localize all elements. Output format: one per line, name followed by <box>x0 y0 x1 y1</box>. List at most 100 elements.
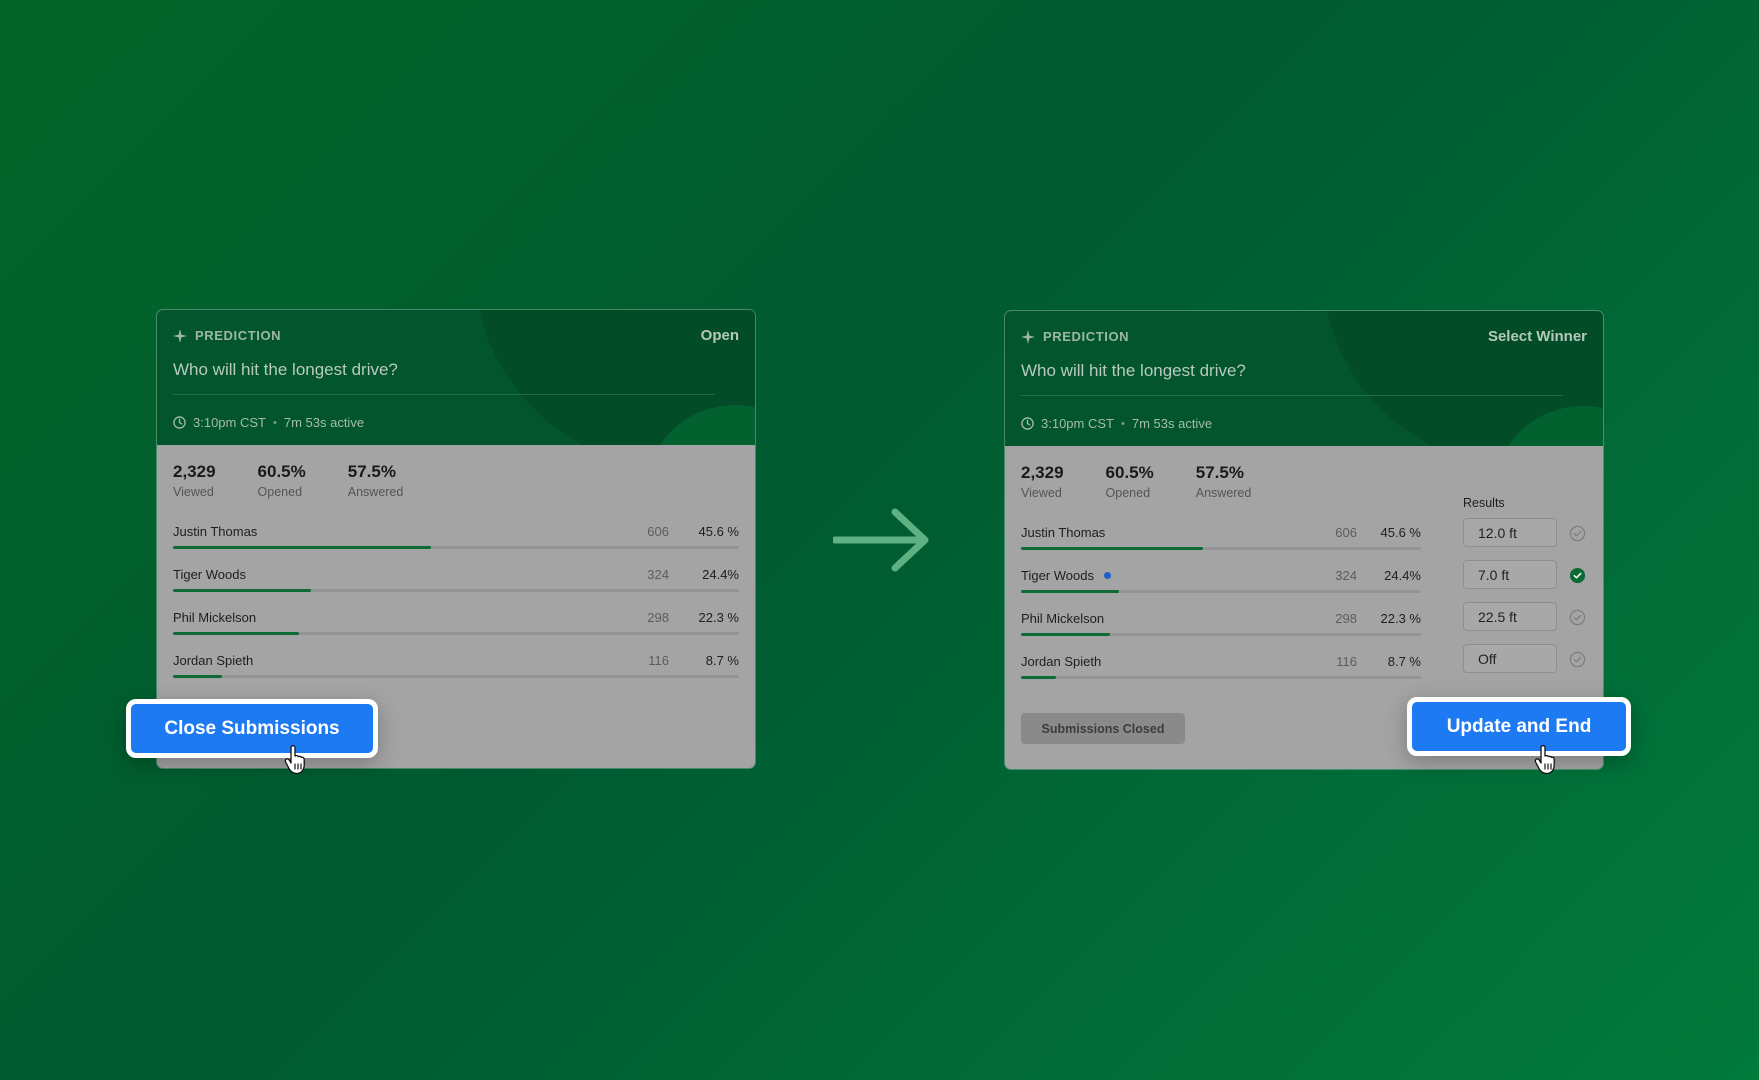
card-header: PREDICTION Select Winner Who will hit th… <box>1005 311 1603 446</box>
option-count: 116 <box>1336 654 1357 669</box>
active-duration: 7m 53s active <box>283 415 365 430</box>
option-count: 298 <box>647 610 669 625</box>
option-bar-fill <box>1021 590 1119 593</box>
stat-opened: 60.5% Opened <box>258 462 306 499</box>
stat-value: 60.5% <box>1105 463 1154 482</box>
option-count: 606 <box>647 524 669 539</box>
question-text: Who will hit the longest drive? <box>1021 361 1246 380</box>
stat-value: 57.5% <box>347 462 396 481</box>
option-bar-track <box>1021 590 1421 593</box>
separator: • <box>272 416 277 429</box>
canvas: PREDICTION Open Who will hit the longest… <box>0 0 1759 1080</box>
option-bar-track <box>1021 547 1421 550</box>
option-percent: 8.7 % <box>705 653 739 668</box>
result-input-tiger-woods[interactable] <box>1463 560 1557 589</box>
card-kind-label: PREDICTION <box>1043 329 1130 344</box>
card-kind: PREDICTION <box>173 328 281 343</box>
submissions-closed-button: Submissions Closed <box>1021 713 1185 744</box>
check-circle-icon[interactable] <box>1569 651 1586 668</box>
option-bar-track <box>173 632 739 635</box>
option-percent: 45.6 % <box>1380 525 1421 540</box>
option-percent: 24.4% <box>702 567 739 582</box>
stat-value: 60.5% <box>257 462 306 481</box>
option-bar-track <box>1021 633 1421 636</box>
stat-viewed: 2,329 Viewed <box>173 462 216 499</box>
option-name: Justin Thomas <box>1021 525 1106 540</box>
option-name: Phil Mickelson <box>1021 611 1105 626</box>
sparkle-icon <box>173 328 187 343</box>
start-time: 3:10pm CST <box>1041 416 1114 431</box>
card-header: PREDICTION Open Who will hit the longest… <box>157 310 755 445</box>
option-bar-fill <box>173 589 312 592</box>
active-duration: 7m 53s active <box>1131 416 1213 431</box>
stat-answered: 57.5% Answered <box>348 462 404 499</box>
close-submissions-button[interactable]: Close Submissions <box>126 699 378 758</box>
timing-row: 3:10pm CST • 7m 53s active <box>1021 416 1212 431</box>
status-label: Open <box>700 327 739 344</box>
card-kind: PREDICTION <box>1021 329 1129 344</box>
result-input-justin-thomas[interactable] <box>1463 518 1557 547</box>
option-name: Tiger Woods <box>173 567 246 582</box>
option-bar-fill <box>173 546 432 549</box>
sparkle-icon <box>1021 329 1035 344</box>
header-divider <box>173 394 715 395</box>
option-percent: 24.4% <box>1384 568 1421 583</box>
option-bar-fill <box>1021 547 1204 550</box>
separator: • <box>1120 417 1125 430</box>
option-count: 116 <box>648 653 669 668</box>
result-input-phil-mickelson[interactable] <box>1463 602 1557 631</box>
check-circle-icon[interactable] <box>1569 525 1586 542</box>
option-count: 606 <box>1335 525 1357 540</box>
option-percent: 22.3 % <box>698 610 739 625</box>
results-label: Results <box>1463 496 1505 510</box>
stat-viewed: 2,329 Viewed <box>1021 463 1064 500</box>
option-bar-fill <box>1021 676 1056 679</box>
stat-label: Viewed <box>1021 486 1062 500</box>
stat-value: 57.5% <box>1195 463 1244 482</box>
option-percent: 45.6 % <box>698 524 739 539</box>
option-bar-track <box>173 675 739 678</box>
option-name-text: Tiger Woods <box>1021 568 1094 583</box>
option-bar-fill <box>173 675 223 678</box>
status-label: Select Winner <box>1487 328 1587 345</box>
update-and-end-button[interactable]: Update and End <box>1407 697 1631 756</box>
clock-icon <box>173 416 186 429</box>
option-count: 324 <box>647 567 669 582</box>
option-percent: 22.3 % <box>1380 611 1421 626</box>
check-circle-selected-icon[interactable] <box>1569 567 1586 584</box>
stat-value: 2,329 <box>173 462 216 481</box>
stat-label: Opened <box>257 485 303 499</box>
option-count: 298 <box>1335 611 1357 626</box>
card-kind-label: PREDICTION <box>195 328 282 343</box>
header-divider <box>1021 395 1563 396</box>
option-bar-track <box>173 546 739 549</box>
stat-label: Answered <box>347 485 404 499</box>
option-bar-track <box>1021 676 1421 679</box>
result-input-jordan-spieth[interactable] <box>1463 644 1557 673</box>
option-name: Jordan Spieth <box>1021 654 1102 669</box>
clock-icon <box>1021 417 1034 430</box>
stat-value: 2,329 <box>1021 463 1064 482</box>
stats-row: 2,329 Viewed 60.5% Opened 57.5% Answered <box>173 462 403 499</box>
start-time: 3:10pm CST <box>193 415 266 430</box>
option-count: 324 <box>1335 568 1357 583</box>
option-name: Jordan Spieth <box>173 653 254 668</box>
stat-label: Answered <box>1195 486 1252 500</box>
stat-opened: 60.5% Opened <box>1106 463 1154 500</box>
option-percent: 8.7 % <box>1387 654 1421 669</box>
option-bar-fill <box>1021 633 1111 636</box>
arrow-right-icon <box>833 508 929 572</box>
pointer-hand-icon <box>284 745 305 775</box>
winner-dot-icon <box>1103 572 1111 579</box>
option-bar-track <box>173 589 739 592</box>
option-name: Justin Thomas <box>173 524 258 539</box>
timing-row: 3:10pm CST • 7m 53s active <box>173 415 364 430</box>
stat-label: Opened <box>1105 486 1151 500</box>
pointer-hand-icon <box>1534 745 1555 775</box>
stat-label: Viewed <box>173 485 214 499</box>
question-text: Who will hit the longest drive? <box>173 360 398 379</box>
stat-answered: 57.5% Answered <box>1196 463 1252 500</box>
option-bar-fill <box>173 632 300 635</box>
check-circle-icon[interactable] <box>1569 609 1586 626</box>
option-name: Tiger Woods <box>1021 568 1111 583</box>
